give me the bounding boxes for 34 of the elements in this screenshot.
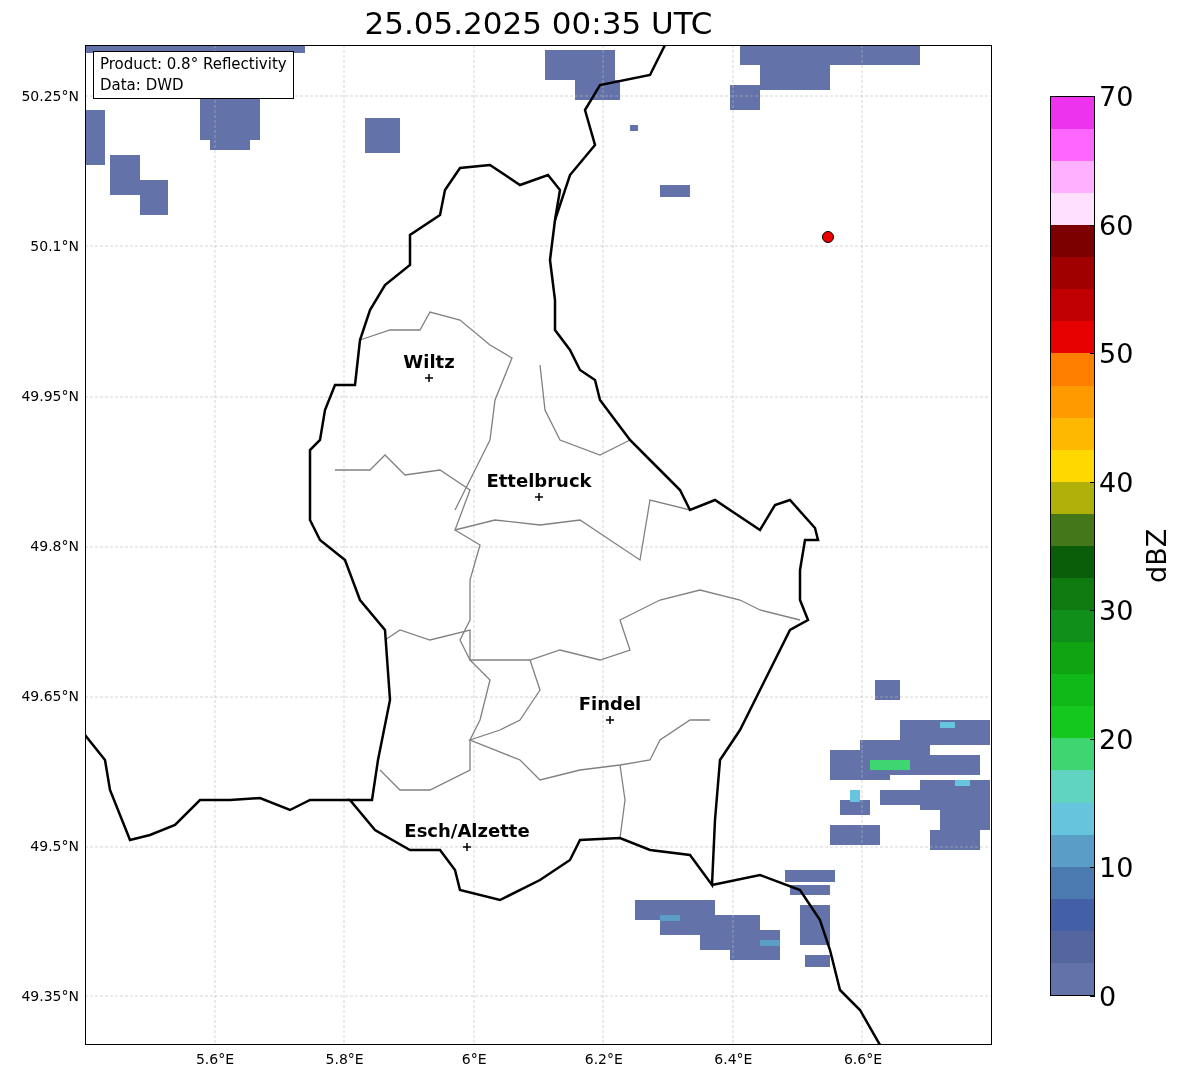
colorbar-tick-label: 0 [1099, 980, 1117, 1012]
longitude-label: 6.4°E [714, 1051, 753, 1067]
colorbar-tick-label: 50 [1099, 337, 1134, 369]
latitude-label: 49.35°N [21, 988, 79, 1004]
longitude-label: 6.6°E [843, 1051, 883, 1067]
longitude-label: 6.2°E [584, 1051, 623, 1067]
city-marker-icon [424, 373, 434, 383]
longitude-label: 6°E [461, 1051, 487, 1067]
colorbar-tick-label: 40 [1099, 466, 1134, 498]
city-label: Ettelbruck [486, 470, 592, 491]
colorbar-tick-label: 10 [1099, 851, 1134, 883]
latitude-label: 49.95°N [21, 388, 79, 404]
latitude-label: 49.5°N [30, 838, 79, 854]
city-label: Esch/Alzette [404, 820, 530, 841]
latitude-label: 49.8°N [30, 538, 79, 554]
latitude-label: 50.25°N [21, 88, 79, 104]
colorbar-label: dBZ [1141, 528, 1172, 583]
longitude-label: 5.8°E [325, 1051, 364, 1067]
info-text: Data: DWD [100, 75, 185, 96]
colorbar-tick-label: 70 [1099, 80, 1134, 112]
city-marker-icon [605, 715, 615, 725]
colorbar-tick-label: 30 [1099, 594, 1134, 626]
city-label: Findel [578, 693, 642, 714]
latitude-label: 49.65°N [21, 688, 79, 704]
colorbar-tick-label: 20 [1099, 723, 1134, 755]
city-marker-icon [534, 492, 544, 502]
city-marker-icon [462, 842, 472, 852]
colorbar-tick-label: 60 [1099, 209, 1134, 241]
map-marker [822, 231, 834, 243]
city-label: Wiltz [403, 351, 455, 372]
chart-title: 25.05.2025 00:35 UTC [363, 3, 714, 43]
longitude-label: 5.6°E [195, 1051, 235, 1067]
info-text: Product: 0.8° Reflectivity [100, 54, 287, 75]
latitude-label: 50.1°N [30, 238, 79, 254]
